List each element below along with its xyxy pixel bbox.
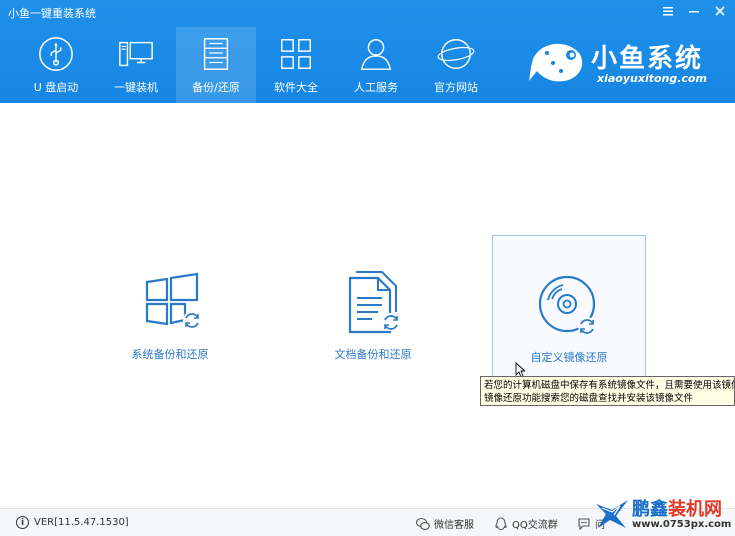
chat-icon: [578, 517, 590, 530]
option-tooltip: 若您的计算机磁盘中保存有系统镜像文件，且需要使用该镜像 镜像还原功能搜索您的磁盘…: [480, 376, 735, 406]
tooltip-line-2: 镜像还原功能搜索您的磁盘查找并安装该镜像文件: [484, 393, 694, 404]
qq-label: QQ交流群: [512, 520, 558, 531]
logo-subtitle: xiaoyuxitong.com: [597, 72, 707, 85]
nav-item-manual-service[interactable]: 人工服务: [336, 27, 416, 103]
main-nav: U 盘启动 一键装机 备份/还原 软件大全 人工服务 官方网站: [16, 27, 496, 103]
nav-label: 软件大全: [274, 81, 318, 94]
apps-grid-icon: [281, 39, 311, 69]
watermark-logo-icon: [596, 500, 628, 528]
watermark-title: 鹏鑫装机网: [632, 495, 722, 521]
nav-item-backup-restore[interactable]: 备份/还原: [176, 27, 256, 103]
person-icon: [360, 39, 392, 70]
nav-label: 人工服务: [354, 81, 398, 94]
window-title: 小鱼一键重装系统: [8, 7, 96, 20]
option-label: 自定义镜像还原: [530, 351, 608, 364]
watermark-title-accent: 装机网: [668, 499, 722, 520]
nav-item-one-click-install[interactable]: 一键装机: [96, 27, 176, 103]
backup-icon: [203, 38, 229, 70]
brand-logo: 小鱼系统 xiaoyuxitong.com: [527, 33, 727, 93]
nav-item-software[interactable]: 软件大全: [256, 27, 336, 103]
qq-group-link[interactable]: QQ交流群: [494, 516, 558, 531]
version-info: i VER[11.5.47.1530]: [16, 516, 129, 529]
watermark-url: www.0753px.com: [632, 519, 732, 530]
globe-icon: [437, 39, 475, 69]
app-header: 小鱼一键重装系统 U 盘启动 一键装机 备份/还原 软件大全 人工服务 官方网站…: [0, 0, 735, 103]
version-text: VER[11.5.47.1530]: [34, 517, 129, 528]
info-icon: i: [16, 516, 29, 529]
nav-label: U 盘启动: [33, 81, 79, 94]
nav-label: 一键装机: [114, 81, 158, 94]
usb-icon: [39, 37, 73, 71]
windows-restore-icon: [145, 272, 201, 329]
logo-text: 小鱼系统: [591, 44, 704, 74]
site-watermark: 鹏鑫装机网 www.0753px.com: [590, 492, 735, 536]
option-label: 文档备份和还原: [334, 348, 412, 361]
nav-item-official-site[interactable]: 官方网站: [416, 27, 496, 103]
menu-icon[interactable]: [659, 3, 677, 19]
tooltip-line-1: 若您的计算机磁盘中保存有系统镜像文件，且需要使用该镜像: [484, 380, 735, 391]
wechat-icon: [416, 517, 430, 530]
close-icon[interactable]: [711, 3, 729, 19]
window-controls: [659, 3, 729, 19]
nav-label: 备份/还原: [192, 81, 240, 94]
option-label: 系统备份和还原: [131, 348, 209, 361]
qq-icon: [495, 516, 507, 530]
computer-icon: [119, 41, 153, 67]
wechat-service-link[interactable]: 微信客服: [416, 516, 474, 531]
system-backup-option[interactable]: 系统备份和还原: [95, 268, 245, 408]
watermark-title-main: 鹏鑫: [632, 499, 668, 520]
minimize-icon[interactable]: [685, 3, 703, 19]
main-content: 系统备份和还原 文档备份和还原 自定义镜像还原: [0, 103, 735, 508]
document-restore-icon: [348, 271, 400, 334]
nav-label: 官方网站: [434, 81, 478, 94]
fish-logo-icon: [529, 43, 583, 82]
disc-restore-icon: [538, 275, 596, 335]
wechat-label: 微信客服: [434, 520, 474, 531]
nav-item-usb-boot[interactable]: U 盘启动: [16, 27, 96, 103]
document-backup-option[interactable]: 文档备份和还原: [298, 268, 448, 408]
